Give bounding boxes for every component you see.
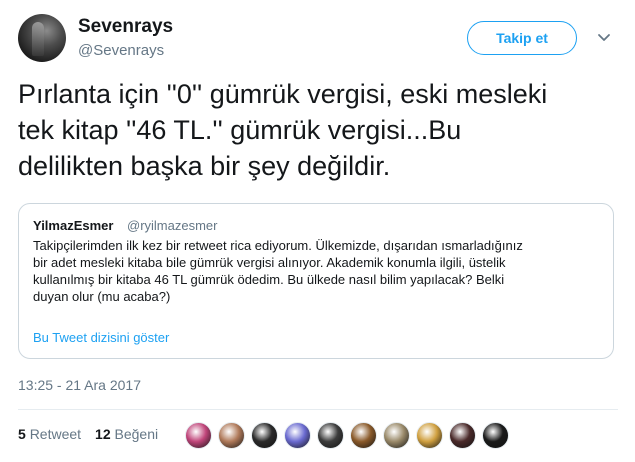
author-handle[interactable]: @Sevenrays [78,42,164,59]
liker-avatar[interactable] [218,422,245,449]
liker-avatar[interactable] [350,422,377,449]
liker-avatar[interactable] [416,422,443,449]
chevron-down-icon[interactable] [595,28,613,46]
liker-avatar[interactable] [383,422,410,449]
tweet-text: Pırlanta için ''0'' gümrük vergisi, eski… [18,79,548,181]
follow-button[interactable]: Takip et [467,21,577,55]
author-avatar[interactable] [18,14,66,62]
quoted-tweet-text: Takipçilerimden ilk kez bir retweet rica… [33,238,523,304]
retweet-count: 5 [18,426,26,442]
quoted-tweet-card[interactable]: YilmazEsmer @ryilmazesmer Takipçilerimde… [18,203,614,359]
author-display-name[interactable]: Sevenrays [78,16,173,38]
like-label: Beğeni [114,426,159,442]
liker-avatar[interactable] [251,422,278,449]
liker-avatars [185,422,515,449]
like-stat[interactable]: 12 Beğeni [95,426,158,442]
like-count: 12 [95,426,111,442]
tweet-timestamp[interactable]: 13:25 - 21 Ara 2017 [18,377,141,393]
retweet-stat[interactable]: 5 Retweet [18,426,81,442]
divider [18,409,618,410]
liker-avatar[interactable] [284,422,311,449]
liker-avatar[interactable] [449,422,476,449]
liker-avatar[interactable] [482,422,509,449]
tweet-stats: 5 Retweet 12 Beğeni [18,426,172,442]
liker-avatar[interactable] [317,422,344,449]
liker-avatar[interactable] [185,422,212,449]
retweet-label: Retweet [29,426,82,442]
show-thread-link[interactable]: Bu Tweet dizisini göster [33,330,169,345]
quoted-author-name: YilmazEsmer [33,218,114,233]
tweet-header: Sevenrays @Sevenrays Takip et [18,12,618,64]
quoted-author-handle: @ryilmazesmer [127,218,218,233]
